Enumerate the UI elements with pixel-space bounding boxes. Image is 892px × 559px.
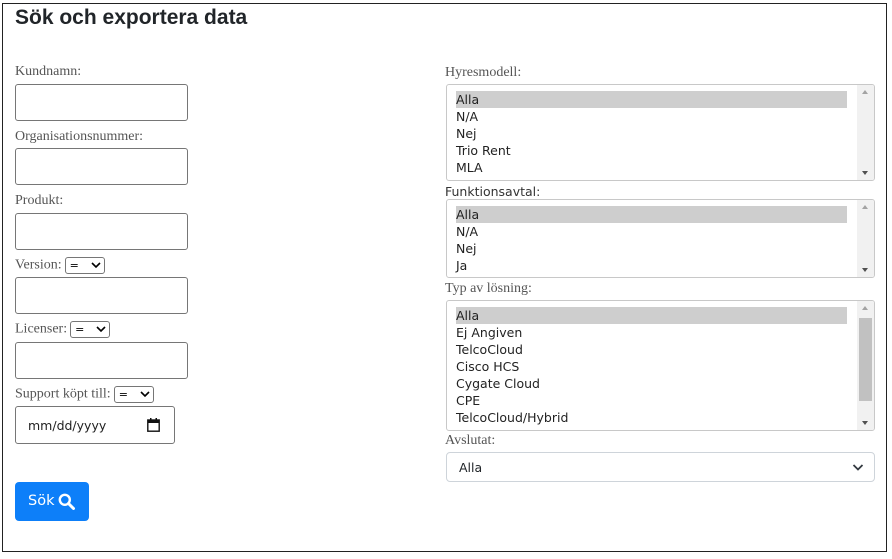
scroll-up-icon[interactable] xyxy=(862,205,868,209)
hyresmodell-option-mla[interactable]: MLA xyxy=(456,159,847,176)
scroll-down-icon[interactable] xyxy=(862,421,868,425)
kundnamn-input[interactable] xyxy=(15,84,188,121)
kundnamn-label: Kundnamn: xyxy=(15,64,82,79)
funktionsavtal-option-nej[interactable]: Nej xyxy=(456,240,847,257)
typ-option-ej-angiven[interactable]: Ej Angiven xyxy=(456,324,847,341)
chevron-down-icon xyxy=(91,262,101,269)
orgnr-label: Organisationsnummer: xyxy=(15,129,144,144)
hyresmodell-listbox[interactable]: Alla N/A Nej Trio Rent MLA xyxy=(446,84,875,181)
chevron-down-icon xyxy=(852,464,864,471)
typ-av-losning-label: Typ av lösning: xyxy=(445,281,532,296)
avslutat-label: Avslutat: xyxy=(445,433,496,448)
hyresmodell-label: Hyresmodell: xyxy=(445,65,522,80)
typ-av-losning-scrollbar[interactable] xyxy=(857,301,874,430)
page-title: Sök och exportera data xyxy=(15,6,248,29)
funktionsavtal-listbox[interactable]: Alla N/A Nej Ja xyxy=(446,199,875,278)
licenser-operator-value: = xyxy=(75,323,85,336)
licenser-input[interactable] xyxy=(15,342,188,379)
hyresmodell-option-trio-rent[interactable]: Trio Rent xyxy=(456,142,847,159)
produkt-input[interactable] xyxy=(15,213,188,250)
support-row: Support köpt till: = xyxy=(15,386,154,403)
chevron-down-icon xyxy=(140,391,150,398)
funktionsavtal-option-alla[interactable]: Alla xyxy=(456,206,847,223)
typ-av-losning-listbox[interactable]: Alla Ej Angiven TelcoCloud Cisco HCS Cyg… xyxy=(446,300,875,431)
calendar-icon[interactable] xyxy=(147,418,160,432)
licenser-operator-select[interactable]: = xyxy=(70,321,111,338)
funktionsavtal-option-ja[interactable]: Ja xyxy=(456,257,847,274)
support-date-input[interactable]: mm/dd/yyyy xyxy=(15,406,175,444)
orgnr-input[interactable] xyxy=(15,148,188,185)
typ-option-telcocloud[interactable]: TelcoCloud xyxy=(456,341,847,358)
hyresmodell-option-na[interactable]: N/A xyxy=(456,108,847,125)
version-operator-select[interactable]: = xyxy=(64,257,105,274)
version-row: Version: = xyxy=(15,257,105,274)
version-label: Version: xyxy=(15,257,62,273)
scroll-down-icon[interactable] xyxy=(862,268,868,272)
search-button[interactable]: Sök xyxy=(15,482,89,521)
support-operator-select[interactable]: = xyxy=(113,386,154,403)
typ-option-cisco-hcs[interactable]: Cisco HCS xyxy=(456,358,847,375)
scroll-up-icon[interactable] xyxy=(862,90,868,94)
typ-option-cygate-cloud[interactable]: Cygate Cloud xyxy=(456,375,847,392)
hyresmodell-option-alla[interactable]: Alla xyxy=(456,91,847,108)
typ-option-telcocloud-hybrid[interactable]: TelcoCloud/Hybrid xyxy=(456,409,847,426)
hyresmodell-scrollbar[interactable] xyxy=(857,85,874,180)
funktionsavtal-scrollbar[interactable] xyxy=(857,200,874,277)
scrollbar-thumb[interactable] xyxy=(859,318,872,401)
search-icon xyxy=(58,493,75,510)
produkt-label: Produkt: xyxy=(15,193,64,208)
avslutat-value: Alla xyxy=(459,460,483,475)
scroll-down-icon[interactable] xyxy=(862,171,868,175)
support-label: Support köpt till: xyxy=(15,386,111,402)
version-operator-value: = xyxy=(69,259,79,272)
typ-option-cpe[interactable]: CPE xyxy=(456,392,847,409)
typ-option-alla[interactable]: Alla xyxy=(456,307,847,324)
funktionsavtal-option-na[interactable]: N/A xyxy=(456,223,847,240)
licenser-row: Licenser: = xyxy=(15,321,111,338)
avslutat-select[interactable]: Alla xyxy=(446,452,875,482)
scroll-up-icon[interactable] xyxy=(862,306,868,310)
search-button-label: Sök xyxy=(28,493,55,509)
hyresmodell-option-nej[interactable]: Nej xyxy=(456,125,847,142)
funktionsavtal-label: Funktionsavtal: xyxy=(445,184,541,199)
support-operator-value: = xyxy=(118,388,128,401)
licenser-label: Licenser: xyxy=(15,321,68,337)
chevron-down-icon xyxy=(96,326,106,333)
version-input[interactable] xyxy=(15,277,188,314)
date-placeholder: mm/dd/yyyy xyxy=(28,418,107,433)
